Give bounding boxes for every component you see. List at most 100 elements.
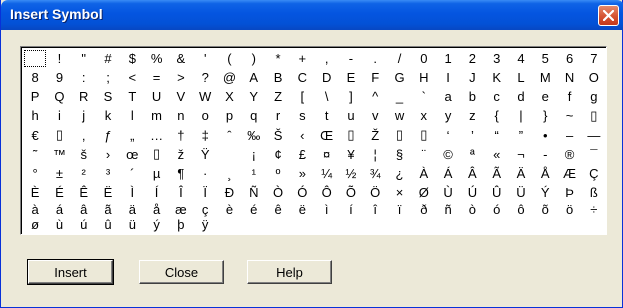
symbol-cell[interactable]: 1 [436, 49, 460, 68]
symbol-cell[interactable]: / [387, 49, 411, 68]
symbol-cell[interactable]: × [387, 183, 411, 202]
symbol-cell[interactable]: f [557, 87, 581, 106]
symbol-cell[interactable]: k [96, 106, 120, 125]
symbol-cell[interactable]: , [314, 49, 338, 68]
symbol-cell[interactable]: Ó [290, 183, 314, 202]
symbol-cell[interactable]: 9 [47, 68, 71, 87]
symbol-cell[interactable]: U [144, 87, 168, 106]
symbol-cell[interactable]: D [314, 68, 338, 87]
symbol-cell[interactable]: X [217, 87, 241, 106]
symbol-cell[interactable]: ¢ [266, 145, 290, 164]
symbol-cell[interactable]: Í [144, 183, 168, 202]
symbol-cell[interactable]: Q [47, 87, 71, 106]
symbol-cell[interactable]: L [509, 68, 533, 87]
symbol-cell[interactable]: u [339, 106, 363, 125]
symbol-cell[interactable]: } [533, 106, 557, 125]
symbol-cell[interactable]: œ [120, 145, 144, 164]
symbol-cell[interactable]: w [387, 106, 411, 125]
symbol-cell[interactable]: F [363, 68, 387, 87]
symbol-cell[interactable]: Ü [509, 183, 533, 202]
symbol-cell[interactable]: — [582, 126, 606, 145]
symbol-cell[interactable]: ˆ [217, 126, 241, 145]
symbol-cell[interactable]: O [582, 68, 606, 87]
symbol-cell[interactable]: d [509, 87, 533, 106]
symbol-cell[interactable]: ¦ [363, 145, 387, 164]
symbol-cell[interactable]: « [485, 145, 509, 164]
close-window-button[interactable] [598, 5, 619, 26]
symbol-cell[interactable]: Z [266, 87, 290, 106]
symbol-cell[interactable]: Ö [363, 183, 387, 202]
symbol-cell[interactable]: ( [217, 49, 241, 68]
symbol-cell[interactable]: ç [193, 202, 217, 217]
symbol-cell[interactable]: £ [290, 145, 314, 164]
symbol-cell[interactable]: ï [387, 202, 411, 217]
symbol-cell[interactable]: = [144, 68, 168, 87]
help-button[interactable]: Help [247, 260, 332, 284]
symbol-cell[interactable]: \ [314, 87, 338, 106]
symbol-cell[interactable]: < [120, 68, 144, 87]
symbol-cell[interactable]: Ø [412, 183, 436, 202]
symbol-cell[interactable]: ’ [460, 126, 484, 145]
symbol-cell[interactable]: l [120, 106, 144, 125]
symbol-cell[interactable]: i [47, 106, 71, 125]
symbol-cell[interactable]: ▯ [339, 126, 363, 145]
close-button[interactable]: Close [139, 260, 224, 284]
symbol-cell[interactable]: a [436, 87, 460, 106]
symbol-cell[interactable]: W [193, 87, 217, 106]
symbol-grid[interactable]: ! " # $% & '() * +, -./0 1 2 3 4 5 6 7 8 9:; < = >? @ A B C D E F G H… [23, 49, 606, 232]
symbol-cell[interactable]: H [412, 68, 436, 87]
symbol-cell[interactable]: t [314, 106, 338, 125]
symbol-cell[interactable]: ó [485, 202, 509, 217]
symbol-cell[interactable]: Ý [533, 183, 557, 202]
symbol-cell[interactable]: ▯ [47, 126, 71, 145]
symbol-cell[interactable]: ' [193, 49, 217, 68]
symbol-cell[interactable]: ü [120, 217, 144, 232]
symbol-cell[interactable]: ¸ [217, 164, 241, 183]
symbol-cell[interactable]: ¥ [339, 145, 363, 164]
symbol-cell[interactable]: 0 [412, 49, 436, 68]
symbol-cell[interactable]: v [363, 106, 387, 125]
symbol-cell[interactable]: G [387, 68, 411, 87]
symbol-cell[interactable]: ‡ [193, 126, 217, 145]
symbol-cell[interactable]: ▯ [582, 106, 606, 125]
symbol-cell[interactable]: î [363, 202, 387, 217]
symbol-cell[interactable]: Þ [557, 183, 581, 202]
symbol-cell[interactable]: ð [412, 202, 436, 217]
symbol-cell[interactable]: m [144, 106, 168, 125]
symbol-cell[interactable]: Ã [485, 164, 509, 183]
symbol-cell[interactable]: Ù [436, 183, 460, 202]
symbol-cell[interactable]: 6 [557, 49, 581, 68]
symbol-cell[interactable]: Y [242, 87, 266, 106]
symbol-cell[interactable]: ½ [339, 164, 363, 183]
symbol-cell[interactable]: - [339, 49, 363, 68]
symbol-cell[interactable]: Ú [460, 183, 484, 202]
symbol-cell[interactable]: ~ [557, 106, 581, 125]
symbol-cell[interactable]: Ð [217, 183, 241, 202]
symbol-cell[interactable]: À [412, 164, 436, 183]
symbol-cell[interactable] [217, 145, 241, 164]
symbol-cell[interactable]: | [509, 106, 533, 125]
symbol-cell[interactable]: ! [47, 49, 71, 68]
symbol-cell[interactable]: ▯ [144, 145, 168, 164]
symbol-cell[interactable]: Š [266, 126, 290, 145]
symbol-cell[interactable]: û [96, 217, 120, 232]
symbol-cell[interactable]: n [169, 106, 193, 125]
symbol-cell[interactable]: e [533, 87, 557, 106]
symbol-cell[interactable]: Ò [266, 183, 290, 202]
symbol-cell[interactable]: • [533, 126, 557, 145]
symbol-cell[interactable]: Â [460, 164, 484, 183]
symbol-cell[interactable]: % [144, 49, 168, 68]
symbol-cell[interactable]: Ž [363, 126, 387, 145]
symbol-cell[interactable]: ? [193, 68, 217, 87]
symbol-cell[interactable]: y [436, 106, 460, 125]
symbol-cell[interactable]: _ [387, 87, 411, 106]
symbol-cell[interactable]: – [557, 126, 581, 145]
symbol-cell[interactable]: Ç [582, 164, 606, 183]
symbol-cell[interactable]: p [217, 106, 241, 125]
symbol-cell[interactable]: V [169, 87, 193, 106]
symbol-cell[interactable]: ß [582, 183, 606, 202]
symbol-cell[interactable]: R [72, 87, 96, 106]
symbol-cell[interactable]: - [533, 145, 557, 164]
symbol-cell[interactable]: o [193, 106, 217, 125]
symbol-cell[interactable]: Ÿ [193, 145, 217, 164]
